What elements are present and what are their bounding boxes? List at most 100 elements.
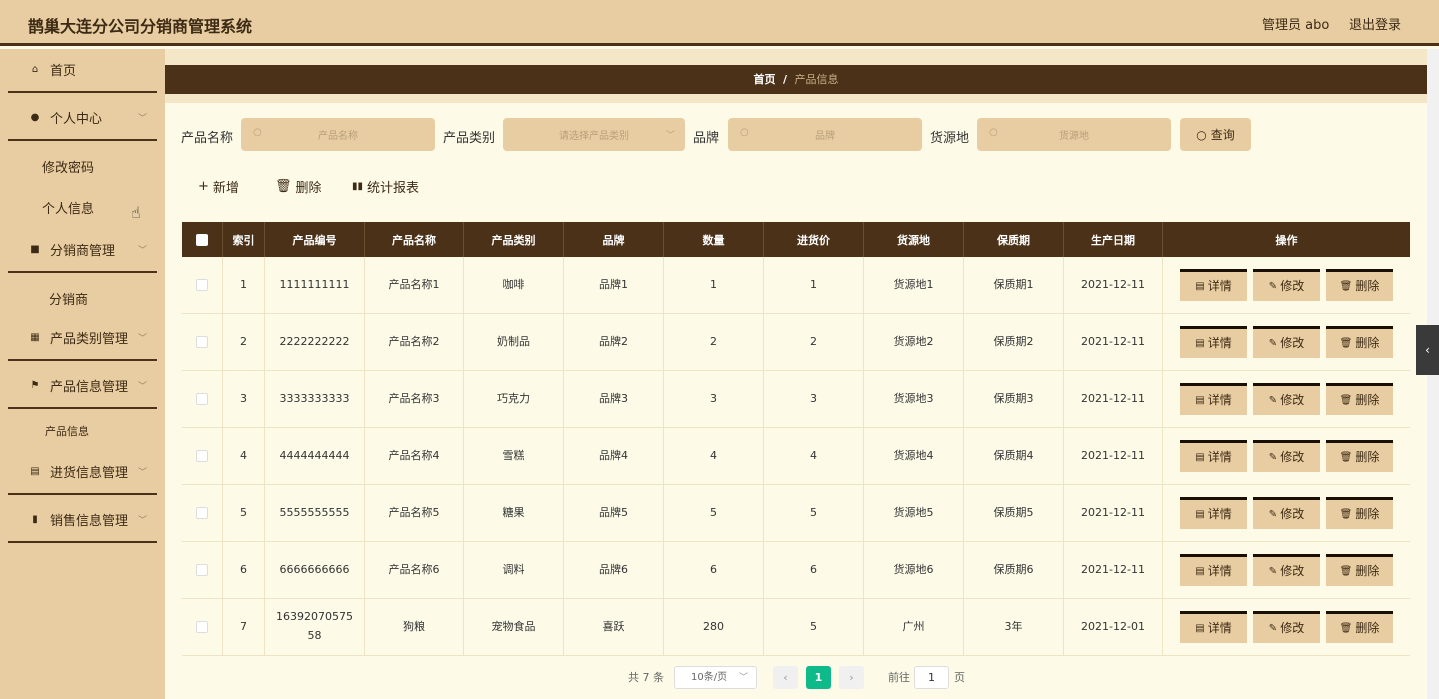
page-number-current[interactable]: 1 bbox=[806, 666, 831, 689]
sidebar-item-label: 产品信息管理 bbox=[50, 379, 129, 395]
row-checkbox[interactable] bbox=[196, 336, 208, 348]
goto-page-input[interactable]: 1 bbox=[914, 666, 949, 689]
detail-button[interactable]: ▤ 详情 bbox=[1180, 611, 1247, 643]
row-select-cell bbox=[182, 257, 223, 313]
file-icon: ▤ bbox=[1195, 509, 1205, 520]
sidebar-subitem-change-password[interactable]: 修改密码 bbox=[42, 157, 94, 176]
chevron-down-icon: ﹀ bbox=[137, 114, 147, 124]
sidebar-item-distributor-mgmt[interactable]: ■ 分销商管理 ﹀ bbox=[8, 227, 157, 273]
batch-delete-button[interactable]: 🗑 删除 bbox=[275, 177, 322, 196]
detail-button[interactable]: ▤ 详情 bbox=[1180, 326, 1247, 358]
table-cell: 广州 bbox=[864, 599, 964, 655]
table-cell: 6 bbox=[764, 542, 864, 598]
edit-button[interactable]: ✎ 修改 bbox=[1253, 383, 1320, 415]
select-all-checkbox[interactable] bbox=[196, 233, 208, 246]
row-checkbox[interactable] bbox=[196, 564, 208, 576]
table-body: 1 1111111111 产品名称1 咖啡 品牌1 1 1 货源地1 保质期1 2021-12-1… bbox=[182, 257, 1410, 656]
detail-button[interactable]: ▤ 详情 bbox=[1180, 440, 1247, 472]
delete-button[interactable]: 🗑 删除 bbox=[1326, 326, 1393, 358]
detail-button[interactable]: ▤ 详情 bbox=[1180, 269, 1247, 301]
query-button[interactable]: ○ 查询 bbox=[1180, 118, 1251, 151]
table-cell: 2 bbox=[223, 314, 265, 370]
delete-button[interactable]: 🗑 删除 bbox=[1326, 554, 1393, 586]
table-cell: 喜跃 bbox=[564, 599, 664, 655]
add-button[interactable]: + 新增 bbox=[198, 177, 239, 196]
breadcrumb-home[interactable]: 首页 bbox=[753, 73, 775, 86]
edit-button[interactable]: ✎ 修改 bbox=[1253, 611, 1320, 643]
file-icon: ▤ bbox=[1195, 566, 1205, 577]
table-cell: 产品名称4 bbox=[365, 428, 464, 484]
product-category-select[interactable]: 请选择产品类别 ﹀ bbox=[503, 118, 685, 151]
delete-button[interactable]: 🗑 删除 bbox=[1326, 440, 1393, 472]
collapse-panel-button[interactable]: ‹ bbox=[1416, 325, 1439, 375]
prev-page-button[interactable]: ‹ bbox=[773, 666, 798, 689]
edit-button[interactable]: ✎ 修改 bbox=[1253, 440, 1320, 472]
row-checkbox[interactable] bbox=[196, 507, 208, 519]
edit-button[interactable]: ✎ 修改 bbox=[1253, 497, 1320, 529]
row-select-cell bbox=[182, 314, 223, 370]
table-cell: 货源地2 bbox=[864, 314, 964, 370]
sidebar-subitem-personal-info[interactable]: 个人信息 bbox=[42, 198, 94, 217]
row-checkbox[interactable] bbox=[196, 450, 208, 462]
origin-input[interactable]: ○ 货源地 bbox=[977, 118, 1171, 151]
edit-button[interactable]: ✎ 修改 bbox=[1253, 269, 1320, 301]
table-cell: 3 bbox=[223, 371, 265, 427]
product-name-input[interactable]: ○ 产品名称 bbox=[241, 118, 435, 151]
detail-label: 详情 bbox=[1207, 564, 1232, 579]
detail-button[interactable]: ▤ 详情 bbox=[1180, 383, 1247, 415]
user-label[interactable]: 管理员 abo bbox=[1262, 14, 1329, 33]
sidebar-subitem-product-info[interactable]: 产品信息 bbox=[45, 423, 89, 439]
delete-button[interactable]: 🗑 删除 bbox=[1326, 383, 1393, 415]
brand-input[interactable]: ○ 品牌 bbox=[728, 118, 922, 151]
sidebar-item-purchase-mgmt[interactable]: ▤ 进货信息管理 ﹀ bbox=[8, 449, 157, 495]
next-page-button[interactable]: › bbox=[839, 666, 864, 689]
delete-button[interactable]: 🗑 删除 bbox=[1326, 269, 1393, 301]
row-checkbox[interactable] bbox=[196, 393, 208, 405]
logout-link[interactable]: 退出登录 bbox=[1349, 14, 1401, 33]
table-cell: 产品名称2 bbox=[365, 314, 464, 370]
user-icon: ● bbox=[30, 111, 40, 123]
pagination-total: 共 7 条 bbox=[628, 671, 664, 684]
table-cell: 品牌1 bbox=[564, 257, 664, 313]
chevron-down-icon: ﹀ bbox=[137, 334, 147, 344]
trash-icon: 🗑 bbox=[1339, 623, 1353, 634]
file-icon: ▤ bbox=[1195, 338, 1205, 349]
sidebar-item-category-mgmt[interactable]: ▦ 产品类别管理 ﹀ bbox=[8, 315, 157, 361]
inbox-icon: ■ bbox=[30, 243, 40, 255]
table-cell: 2 bbox=[664, 314, 764, 370]
table-cell: 保质期4 bbox=[964, 428, 1064, 484]
sidebar-subitem-distributor[interactable]: 分销商 bbox=[49, 289, 88, 308]
input-placeholder: 货源地 bbox=[1059, 131, 1089, 142]
table-cell: 1 bbox=[764, 257, 864, 313]
row-checkbox[interactable] bbox=[196, 621, 208, 633]
table-cell: 货源地1 bbox=[864, 257, 964, 313]
table-row: 5 5555555555 产品名称5 糖果 品牌5 5 5 货源地5 保质期5 2021-12-1… bbox=[182, 485, 1410, 542]
edit-button[interactable]: ✎ 修改 bbox=[1253, 326, 1320, 358]
table-cell: 货源地6 bbox=[864, 542, 964, 598]
row-checkbox[interactable] bbox=[196, 279, 208, 291]
sidebar-item-label: 产品类别管理 bbox=[50, 331, 129, 347]
sidebar-item-sales-mgmt[interactable]: ▮ 销售信息管理 ﹀ bbox=[8, 497, 157, 543]
sidebar-item-label: 个人中心 bbox=[50, 111, 103, 127]
page-size-select[interactable]: 10条/页 ﹀ bbox=[674, 666, 757, 689]
actions-cell: ▤ 详情 ✎ 修改 🗑 删除 bbox=[1163, 257, 1410, 313]
sidebar-item-home[interactable]: ⌂ 首页 bbox=[8, 47, 157, 93]
edit-button[interactable]: ✎ 修改 bbox=[1253, 554, 1320, 586]
table-cell: 6 bbox=[223, 542, 265, 598]
chevron-down-icon: ﹀ bbox=[137, 468, 147, 478]
table-cell: 7 bbox=[223, 599, 265, 655]
table-cell: 奶制品 bbox=[464, 314, 564, 370]
delete-button[interactable]: 🗑 删除 bbox=[1326, 611, 1393, 643]
grid-icon: ▦ bbox=[30, 331, 40, 343]
actions-cell: ▤ 详情 ✎ 修改 🗑 删除 bbox=[1163, 371, 1410, 427]
trash-icon: 🗑 bbox=[1339, 338, 1353, 349]
report-button[interactable]: ▮▮ 统计报表 bbox=[352, 177, 419, 196]
sidebar-item-personal[interactable]: ● 个人中心 ﹀ bbox=[8, 95, 157, 141]
trash-icon: 🗑 bbox=[1339, 509, 1353, 520]
detail-button[interactable]: ▤ 详情 bbox=[1180, 554, 1247, 586]
sidebar-item-product-mgmt[interactable]: ⚑ 产品信息管理 ﹀ bbox=[8, 363, 157, 409]
detail-button[interactable]: ▤ 详情 bbox=[1180, 497, 1247, 529]
table-cell: 货源地4 bbox=[864, 428, 964, 484]
table-cell: 宠物食品 bbox=[464, 599, 564, 655]
delete-button[interactable]: 🗑 删除 bbox=[1326, 497, 1393, 529]
